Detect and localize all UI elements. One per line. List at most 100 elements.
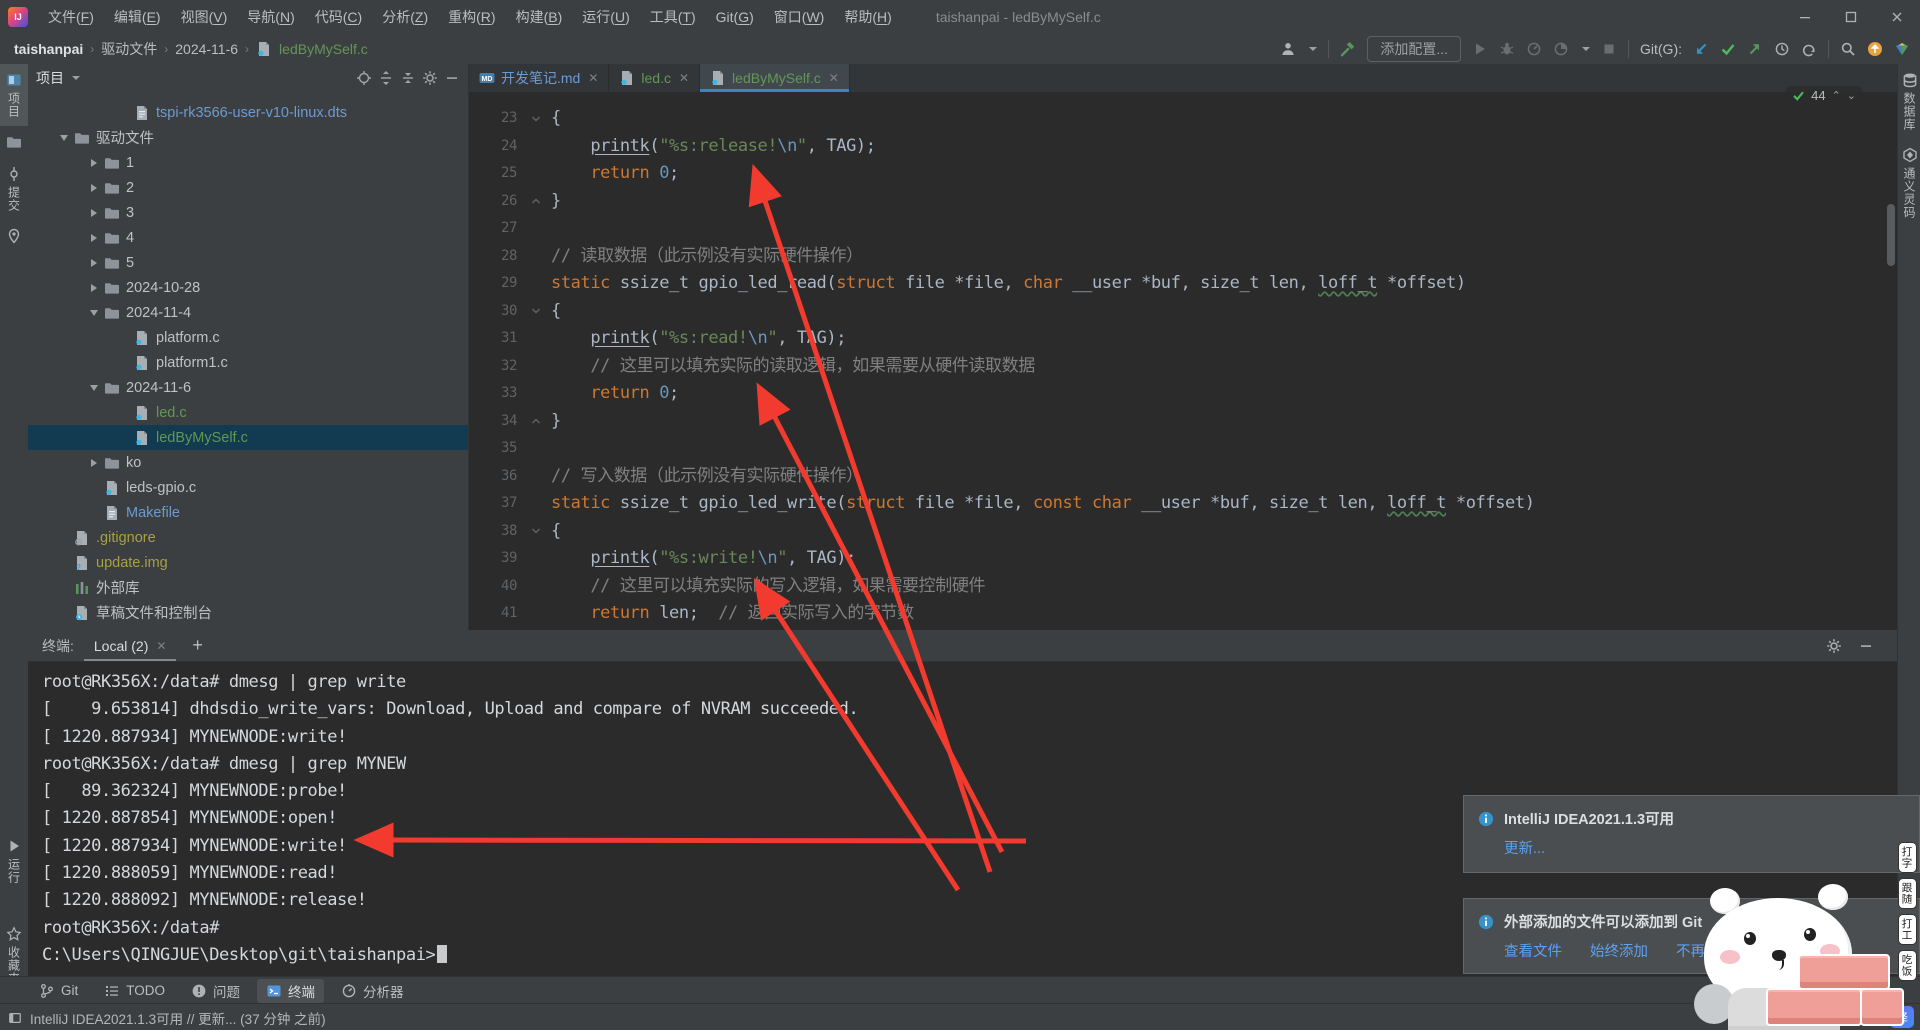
- ide-update-icon[interactable]: [1867, 41, 1883, 57]
- tree-item-5[interactable]: 5: [28, 250, 468, 275]
- build-hammer-icon[interactable]: [1340, 41, 1356, 57]
- tree-item-2024-11-4[interactable]: 2024-11-4: [28, 300, 468, 325]
- menu-工具[interactable]: 工具(T): [640, 0, 706, 34]
- tab-ledByMySelf.c[interactable]: ledByMySelf.c✕: [700, 64, 850, 92]
- menu-分析[interactable]: 分析(Z): [372, 0, 438, 34]
- sidebar-tool-提交[interactable]: 提交: [0, 158, 28, 220]
- tree-chevron-icon[interactable]: [84, 459, 104, 467]
- toolwindow-button-Git[interactable]: Git: [30, 981, 87, 1001]
- tree-item-3[interactable]: 3: [28, 200, 468, 225]
- expand-all-icon[interactable]: [378, 70, 394, 86]
- notification-link-view-files[interactable]: 查看文件: [1504, 940, 1562, 961]
- tree-item-ledByMySelf.c[interactable]: ledByMySelf.c: [28, 425, 468, 450]
- menu-构建[interactable]: 构建(B): [506, 0, 573, 34]
- tree-item-草稿文件和控制台[interactable]: 草稿文件和控制台: [28, 600, 468, 625]
- sidebar-tool-运行[interactable]: 运行: [0, 830, 28, 892]
- git-update-button[interactable]: [1693, 41, 1709, 57]
- run-button[interactable]: [1472, 41, 1488, 57]
- translate-badge[interactable]: 译: [1890, 1006, 1914, 1028]
- toolwindow-button-分析器[interactable]: 分析器: [332, 979, 413, 1003]
- menu-重构[interactable]: 重构(R): [438, 0, 505, 34]
- project-panel-title[interactable]: 项目: [36, 68, 64, 88]
- notification-link[interactable]: 更新...: [1504, 837, 1545, 858]
- debug-button[interactable]: [1499, 41, 1515, 57]
- notification-link-always-add[interactable]: 始终添加: [1590, 940, 1648, 961]
- collapse-all-icon[interactable]: [400, 70, 416, 86]
- editor-scrollbar[interactable]: [1887, 204, 1895, 266]
- right-tool-数据库[interactable]: 数据库: [1898, 64, 1920, 139]
- inspection-widget[interactable]: 44 ⌃ ⌄: [1786, 86, 1862, 105]
- notification-ide-update[interactable]: IntelliJ IDEA2021.1.3可用 更新...: [1463, 795, 1920, 873]
- toolwindow-button-问题[interactable]: 问题: [182, 979, 249, 1003]
- tree-chevron-icon[interactable]: [84, 284, 104, 292]
- rollback-button[interactable]: [1801, 41, 1817, 57]
- tree-item-Makefile[interactable]: Makefile: [28, 500, 468, 525]
- minimize-button[interactable]: [1782, 0, 1828, 34]
- next-problem-icon[interactable]: ⌄: [1847, 89, 1856, 102]
- fold-marker-icon[interactable]: [521, 518, 551, 546]
- close-button[interactable]: [1874, 0, 1920, 34]
- sidebar-tool-pin[interactable]: [0, 220, 28, 252]
- tree-chevron-icon[interactable]: [84, 259, 104, 267]
- right-tool-通义灵码[interactable]: 通义灵码: [1898, 139, 1920, 227]
- tree-item-2024-11-6[interactable]: 2024-11-6: [28, 375, 468, 400]
- menu-代码[interactable]: 代码(C): [305, 0, 372, 34]
- close-icon[interactable]: ✕: [156, 639, 166, 653]
- coverage-button[interactable]: [1553, 41, 1569, 57]
- close-icon[interactable]: ✕: [829, 71, 839, 85]
- history-button[interactable]: [1774, 41, 1790, 57]
- tree-item-ko[interactable]: ko: [28, 450, 468, 475]
- tree-item-leds-gpio.c[interactable]: leds-gpio.c: [28, 475, 468, 500]
- tree-item-2024-10-28[interactable]: 2024-10-28: [28, 275, 468, 300]
- tree-item-platform1.c[interactable]: platform1.c: [28, 350, 468, 375]
- fold-marker-icon[interactable]: [521, 188, 551, 216]
- toolwindow-toggle-icon[interactable]: [8, 1011, 22, 1025]
- notification-git-add[interactable]: 外部添加的文件可以添加到 Git 查看文件 始终添加 不再询问: [1463, 898, 1920, 974]
- tree-item-.gitignore[interactable]: .gitignore: [28, 525, 468, 550]
- user-account-icon[interactable]: [1280, 41, 1296, 57]
- tree-chevron-icon[interactable]: [84, 234, 104, 242]
- tree-item-platform.c[interactable]: platform.c: [28, 325, 468, 350]
- sidebar-tool-folder[interactable]: [0, 126, 28, 158]
- breadcrumb-item[interactable]: taishanpai: [14, 41, 83, 57]
- tree-chevron-icon[interactable]: [84, 209, 104, 217]
- run-config-select[interactable]: 添加配置...: [1367, 36, 1461, 62]
- notification-link-dont-ask[interactable]: 不再询问: [1676, 940, 1734, 961]
- tree-item-1[interactable]: 1: [28, 150, 468, 175]
- tree-item-外部库[interactable]: 外部库: [28, 575, 468, 600]
- menu-窗口[interactable]: 窗口(W): [764, 0, 835, 34]
- tree-item-4[interactable]: 4: [28, 225, 468, 250]
- menu-视图[interactable]: 视图(V): [171, 0, 238, 34]
- sidebar-tool-项目[interactable]: 项目: [0, 64, 28, 126]
- git-commit-button[interactable]: [1720, 41, 1736, 57]
- tree-item-驱动文件[interactable]: 驱动文件: [28, 125, 468, 150]
- chevron-down-icon[interactable]: [72, 76, 80, 80]
- tree-item-2[interactable]: 2: [28, 175, 468, 200]
- new-terminal-button[interactable]: +: [192, 635, 203, 656]
- tab-led.c[interactable]: led.c✕: [609, 64, 700, 92]
- menu-运行[interactable]: 运行(U): [572, 0, 639, 34]
- search-everywhere-icon[interactable]: [1840, 41, 1856, 57]
- tree-item-tspi-rk3566-user-v10-linux.dts[interactable]: tspi-rk3566-user-v10-linux.dts: [28, 100, 468, 125]
- git-push-button[interactable]: [1747, 41, 1763, 57]
- menu-Git[interactable]: Git(G): [706, 0, 764, 34]
- toolwindow-button-终端[interactable]: 终端: [257, 979, 324, 1003]
- status-message[interactable]: IntelliJ IDEA2021.1.3可用 // 更新... (37 分钟 …: [30, 1008, 326, 1028]
- gear-icon[interactable]: [422, 70, 438, 86]
- toolwindow-button-TODO[interactable]: TODO: [95, 981, 174, 1001]
- fold-marker-icon[interactable]: [521, 105, 551, 133]
- tree-item-led.c[interactable]: led.c: [28, 400, 468, 425]
- fold-marker-icon[interactable]: [521, 298, 551, 326]
- tab-开发笔记.md[interactable]: MD开发笔记.md✕: [469, 64, 609, 92]
- hide-panel-icon[interactable]: [444, 70, 460, 86]
- tree-chevron-icon[interactable]: [84, 184, 104, 192]
- terminal-settings-icon[interactable]: [1826, 638, 1842, 654]
- locate-file-icon[interactable]: [356, 70, 372, 86]
- menu-导航[interactable]: 导航(N): [237, 0, 304, 34]
- terminal-tab-local[interactable]: Local (2) ✕: [84, 630, 177, 661]
- tree-item-update.img[interactable]: ?update.img: [28, 550, 468, 575]
- menu-文件[interactable]: 文件(F): [38, 0, 104, 34]
- code-editor[interactable]: 23{24 printk("%s:release!\n", TAG);25 re…: [469, 93, 1898, 628]
- breadcrumb-item[interactable]: 2024-11-6: [175, 41, 238, 57]
- plugin-gem-icon[interactable]: [1894, 41, 1910, 57]
